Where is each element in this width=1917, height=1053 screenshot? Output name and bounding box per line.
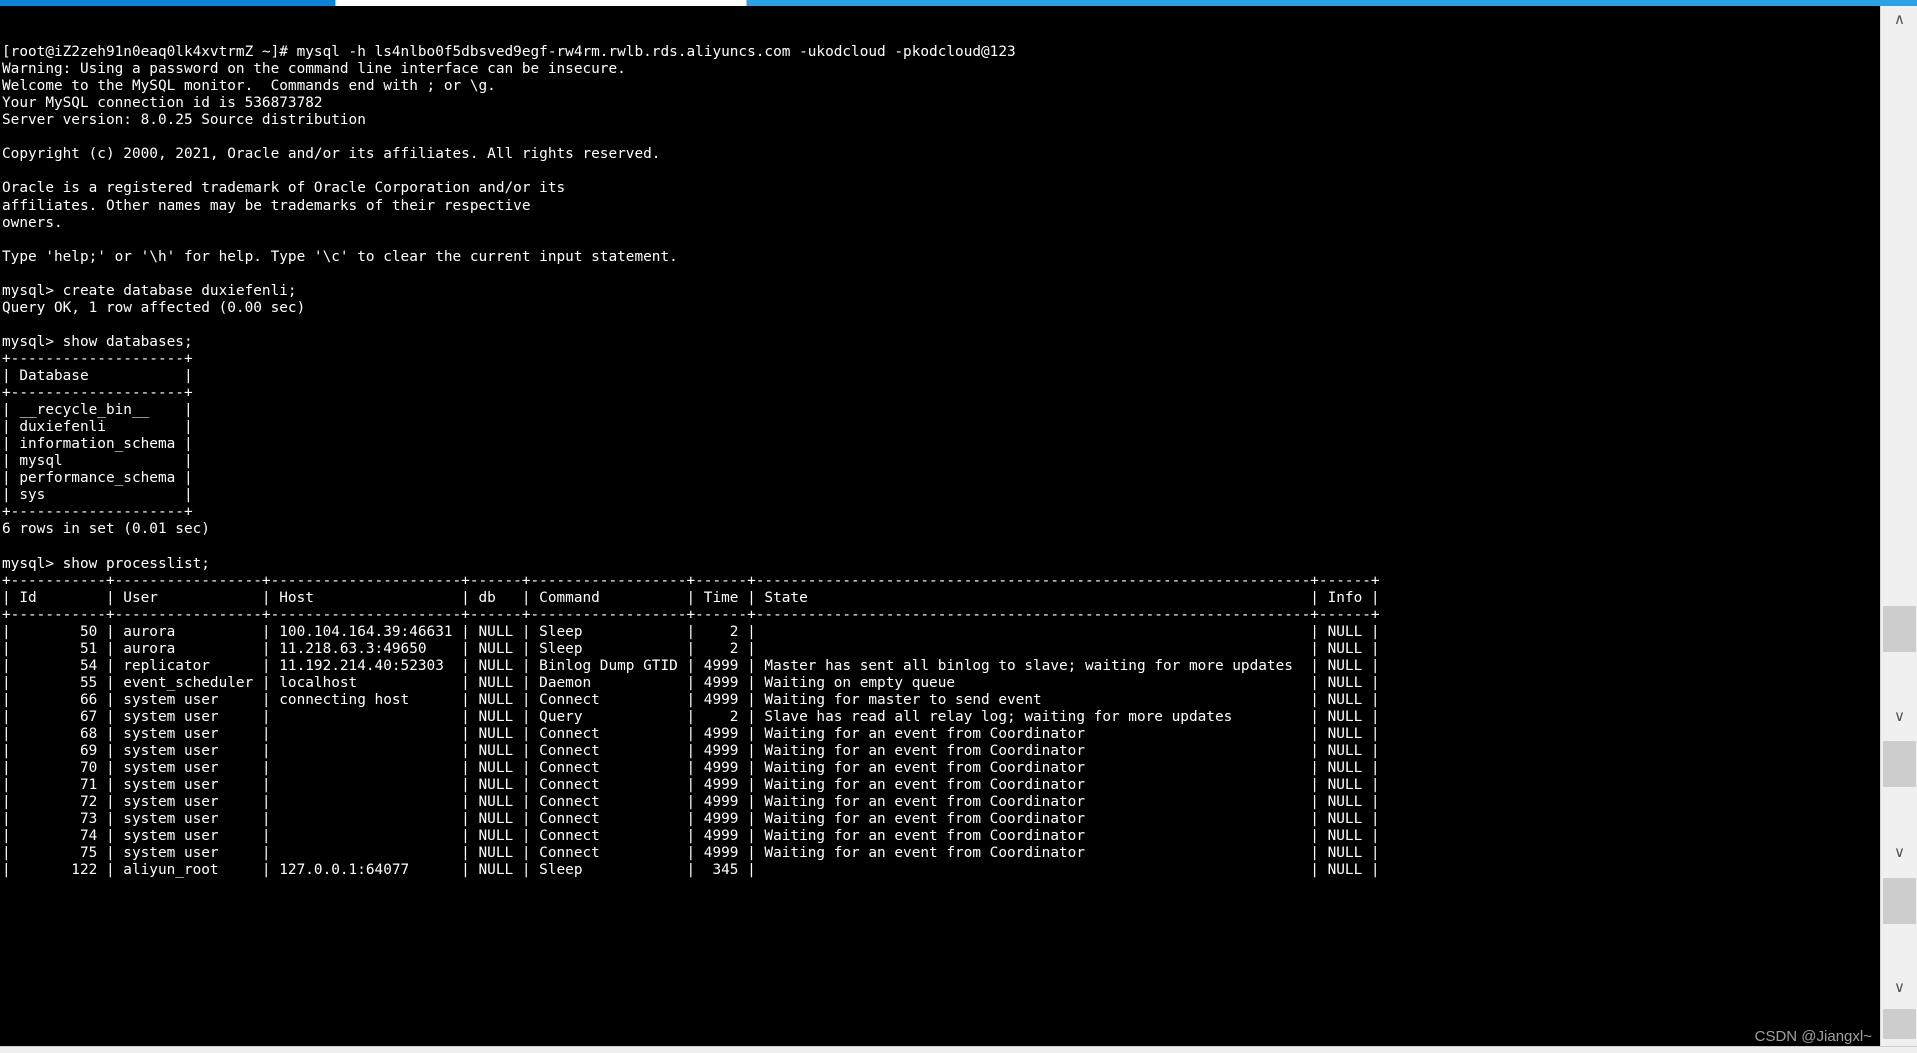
terminal-line: | duxiefenli | bbox=[2, 419, 193, 436]
terminal-line: | 68 | system user | | NULL | Connect | … bbox=[2, 725, 1380, 742]
terminal-line: Server version: 8.0.25 Source distributi… bbox=[2, 112, 366, 129]
terminal-line: mysql> show processlist; bbox=[2, 555, 210, 572]
terminal-line: | 75 | system user | | NULL | Connect | … bbox=[2, 845, 1380, 862]
terminal-line: | 72 | system user | | NULL | Connect | … bbox=[2, 794, 1380, 811]
vertical-scrollbar[interactable]: ∧ ∨ ∨ ∨ bbox=[1880, 6, 1917, 1053]
terminal-line: mysql> show databases; bbox=[2, 333, 193, 350]
terminal-line: | 74 | system user | | NULL | Connect | … bbox=[2, 828, 1380, 845]
terminal-line: Warning: Using a password on the command… bbox=[2, 61, 626, 78]
terminal-line: 6 rows in set (0.01 sec) bbox=[2, 521, 210, 538]
terminal-line: Your MySQL connection id is 536873782 bbox=[2, 95, 323, 112]
terminal-line: | 55 | event_scheduler | localhost | NUL… bbox=[2, 674, 1380, 691]
scrollbar-thumb-1[interactable] bbox=[1883, 606, 1916, 652]
terminal-output-area[interactable]: [root@iZ2zeh91n0eaq0lk4xvtrmZ ~]# mysql … bbox=[0, 6, 1880, 1046]
terminal-line: +-----------+-----------------+---------… bbox=[2, 572, 1380, 589]
terminal-line: Type 'help;' or '\h' for help. Type '\c'… bbox=[2, 248, 678, 265]
terminal-line: +-----------+-----------------+---------… bbox=[2, 606, 1380, 623]
horizontal-scrollbar-strip[interactable] bbox=[0, 1046, 1917, 1053]
terminal-line: | information_schema | bbox=[2, 436, 193, 453]
terminal-line: | 66 | system user | connecting host | N… bbox=[2, 691, 1380, 708]
scroll-up-arrow-icon[interactable]: ∧ bbox=[1881, 6, 1917, 32]
scrollbar-thumb-3[interactable] bbox=[1883, 878, 1916, 924]
terminal-line: mysql> create database duxiefenli; bbox=[2, 282, 297, 299]
terminal-line: | __recycle_bin__ | bbox=[2, 402, 193, 419]
terminal-line: | mysql | bbox=[2, 453, 193, 470]
terminal-line: [root@iZ2zeh91n0eaq0lk4xvtrmZ ~]# mysql … bbox=[2, 44, 1016, 61]
terminal-line: owners. bbox=[2, 214, 63, 231]
terminal-line: Welcome to the MySQL monitor. Commands e… bbox=[2, 78, 496, 95]
terminal-line: | 50 | aurora | 100.104.164.39:46631 | N… bbox=[2, 623, 1380, 640]
terminal-line: | 71 | system user | | NULL | Connect | … bbox=[2, 777, 1380, 794]
terminal-line: | 69 | system user | | NULL | Connect | … bbox=[2, 743, 1380, 760]
terminal-line: +--------------------+ bbox=[2, 350, 193, 367]
terminal-line: | Database | bbox=[2, 367, 193, 384]
terminal-line: Copyright (c) 2000, 2021, Oracle and/or … bbox=[2, 146, 661, 163]
terminal-line: | Id | User | Host | db | Command | Time… bbox=[2, 589, 1380, 606]
terminal-line: | sys | bbox=[2, 487, 193, 504]
terminal-line: | performance_schema | bbox=[2, 470, 193, 487]
scrollbar-thumb-4[interactable] bbox=[1883, 1009, 1916, 1039]
terminal-line: +--------------------+ bbox=[2, 504, 193, 521]
scroll-down-arrow-icon-1[interactable]: ∨ bbox=[1881, 703, 1917, 729]
terminal-line: | 122 | aliyun_root | 127.0.0.1:64077 | … bbox=[2, 862, 1380, 879]
terminal-line: +--------------------+ bbox=[2, 385, 193, 402]
terminal-line: | 54 | replicator | 11.192.214.40:52303 … bbox=[2, 657, 1380, 674]
terminal-line: | 73 | system user | | NULL | Connect | … bbox=[2, 811, 1380, 828]
terminal-line: Oracle is a registered trademark of Orac… bbox=[2, 180, 566, 197]
scrollbar-thumb-2[interactable] bbox=[1883, 741, 1916, 787]
terminal-line: | 67 | system user | | NULL | Query | 2 … bbox=[2, 708, 1380, 725]
scroll-down-arrow-icon-3[interactable]: ∨ bbox=[1881, 974, 1917, 1000]
terminal-line: | 70 | system user | | NULL | Connect | … bbox=[2, 760, 1380, 777]
scroll-down-arrow-icon-2[interactable]: ∨ bbox=[1881, 839, 1917, 865]
terminal-line: | 51 | aurora | 11.218.63.3:49650 | NULL… bbox=[2, 640, 1380, 657]
terminal-line: affiliates. Other names may be trademark… bbox=[2, 197, 531, 214]
terminal-line: Query OK, 1 row affected (0.00 sec) bbox=[2, 299, 306, 316]
